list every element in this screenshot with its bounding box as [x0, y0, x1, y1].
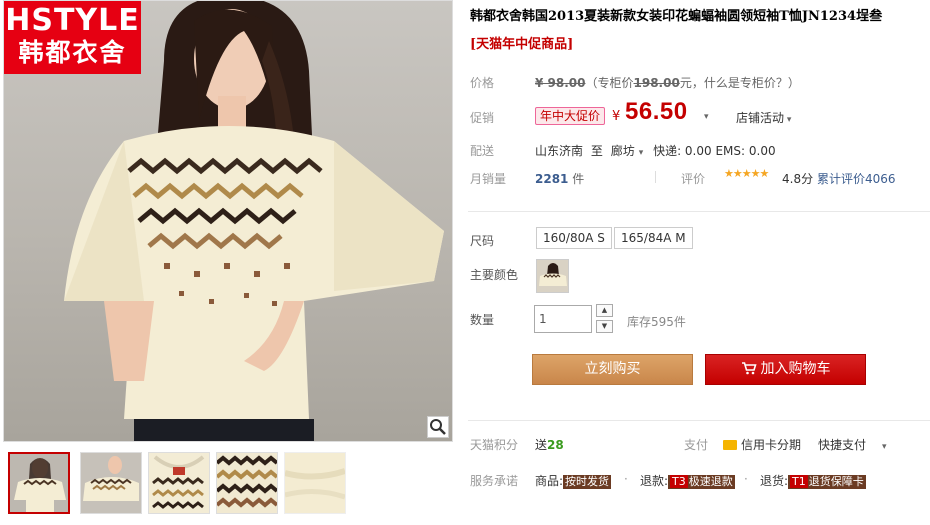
product-title: 韩都衣舍韩国2013夏装新款女装印花蝙蝠袖圆领短袖T恤JN1234埕叁 — [470, 9, 883, 24]
promo-label: 促销 — [470, 111, 495, 125]
points-amount: 28 — [547, 438, 564, 452]
original-price-row: ¥ 98.00（专柜价198.00元，什么是专柜价？） — [535, 74, 800, 91]
main-product-image[interactable]: HSTYLE 韩都衣舍 — [3, 0, 453, 442]
thumbnail-3[interactable] — [148, 452, 210, 514]
magnifier-icon[interactable] — [427, 416, 449, 438]
price-panel: 价格 ¥ 98.00（专柜价198.00元，什么是专柜价？） 促销 年中大促价 … — [468, 60, 930, 200]
color-swatch[interactable] — [536, 259, 569, 293]
service-panel: 天猫积分 送28 支付 信用卡分期 快捷支付 ▾ 服务承诺 商品: 按时发货 · 退… — [468, 420, 930, 525]
original-price: ¥ 98.00 — [535, 76, 586, 90]
buy-now-label: 立刻购买 — [584, 361, 641, 377]
thumbnail-4[interactable] — [216, 452, 278, 514]
size-label: 尺码 — [470, 234, 495, 248]
shipping-fees: 快递: 0.00 EMS: 0.00 — [653, 144, 776, 158]
dot-separator: · — [624, 472, 628, 486]
fast-refund-label: 极速退款 — [688, 475, 733, 488]
credit-installment[interactable]: 信用卡分期 — [723, 436, 801, 453]
rating-label: 评价 — [681, 172, 706, 186]
service-refund: 退款: T3 极速退款 — [640, 472, 735, 489]
rating-stars: ★★★★★ — [724, 167, 769, 180]
service-return: 退货: T1 退货保障卡 — [760, 472, 866, 489]
fast-refund-badge[interactable]: T3 极速退款 — [668, 475, 735, 489]
cart-icon — [741, 362, 757, 375]
quantity-increase-button[interactable]: ▲ — [596, 304, 613, 317]
add-to-cart-button[interactable]: 加入购物车 — [705, 354, 866, 385]
brand-logo-latin: HSTYLE — [5, 3, 140, 38]
promo-currency: ¥ — [612, 109, 621, 124]
credit-card-icon — [723, 440, 737, 450]
color-label: 主要颜色 — [470, 268, 519, 282]
points-label: 天猫积分 — [470, 438, 519, 452]
monthly-sales-row: 2281 件 — [535, 170, 584, 187]
rating-score: 4.8分 — [782, 172, 814, 186]
product-detail: 韩都衣舍韩国2013夏装新款女装印花蝙蝠袖圆领短袖T恤JN1234埕叁 [天猫年… — [468, 0, 930, 525]
monthly-sales-count: 2281 — [535, 172, 569, 186]
points-send: 送 — [535, 438, 548, 452]
brand-logo-chinese: 韩都衣舍 — [18, 38, 127, 67]
service-goods-prefix: 商品: — [535, 474, 564, 488]
divider — [468, 211, 930, 212]
quick-pay-dropdown[interactable]: 快捷支付 ▾ — [818, 436, 887, 453]
shipping-destination[interactable]: 廊坊 — [611, 144, 635, 158]
product-gallery: HSTYLE 韩都衣舍 — [0, 0, 456, 525]
monthly-sales-unit: 件 — [572, 172, 585, 186]
size-option-m[interactable]: 165/84A M — [614, 227, 693, 249]
points-row: 送28 — [535, 436, 564, 453]
service-return-prefix: 退货: — [760, 474, 789, 488]
divider — [655, 171, 656, 183]
add-to-cart-label: 加入购物车 — [760, 361, 831, 377]
refund-tier: T3 — [670, 475, 688, 488]
return-tier: T1 — [790, 475, 808, 488]
service-refund-prefix: 退款: — [640, 474, 669, 488]
counter-price: 198.00 — [633, 76, 680, 90]
size-option-s[interactable]: 160/80A S — [536, 227, 612, 249]
price-label: 价格 — [470, 76, 495, 90]
quantity-input[interactable] — [534, 305, 592, 333]
credit-installment-label: 信用卡分期 — [741, 438, 802, 452]
return-guarantee-badge[interactable]: T1 退货保障卡 — [788, 475, 866, 489]
chevron-down-icon: ▾ — [784, 115, 792, 125]
brand-logo: HSTYLE 韩都衣舍 — [4, 1, 141, 74]
promo-chevron-down-icon[interactable]: ▾ — [704, 112, 709, 122]
promo-subtitle: [天猫年中促商品] — [470, 37, 574, 52]
service-goods: 商品: 按时发货 — [535, 472, 612, 489]
thumbnail-2[interactable] — [80, 452, 142, 514]
destination-chevron-down-icon[interactable]: ▾ — [639, 148, 644, 158]
on-time-shipping-badge[interactable]: 按时发货 — [563, 475, 612, 489]
store-activity-dropdown[interactable]: 店铺活动 ▾ — [736, 109, 791, 126]
counter-price-prefix: （专柜价 — [585, 76, 634, 90]
payment-label: 支付 — [684, 438, 709, 452]
shipping-from: 山东济南 — [535, 144, 584, 158]
shipping-row: 山东济南 至 廊坊 ▾ 快递: 0.00 EMS: 0.00 — [535, 142, 776, 159]
dot-separator: · — [744, 472, 748, 486]
service-label: 服务承诺 — [470, 474, 519, 488]
quantity-decrease-button[interactable]: ▼ — [596, 320, 613, 333]
return-guarantee-label: 退货保障卡 — [808, 475, 864, 488]
cumulative-reviews-link[interactable]: 累计评价4066 — [817, 170, 896, 187]
quick-pay-label: 快捷支付 — [818, 438, 867, 452]
counter-price-help-link[interactable]: 元，什么是专柜价？） — [680, 76, 800, 90]
promo-price: 56.50 — [625, 98, 688, 125]
stock-count: 库存595件 — [627, 315, 686, 329]
promo-tag: 年中大促价 — [535, 107, 606, 125]
monthly-sales-label: 月销量 — [470, 172, 507, 186]
buy-now-button[interactable]: 立刻购买 — [532, 354, 693, 385]
store-activity-label: 店铺活动 — [736, 111, 785, 125]
chevron-down-icon: ▾ — [882, 442, 887, 452]
shipping-to-word: 至 — [590, 144, 603, 158]
shipping-label: 配送 — [470, 144, 495, 158]
thumbnail-1[interactable] — [8, 452, 70, 514]
quantity-label: 数量 — [470, 313, 495, 327]
thumbnail-5[interactable] — [284, 452, 346, 514]
